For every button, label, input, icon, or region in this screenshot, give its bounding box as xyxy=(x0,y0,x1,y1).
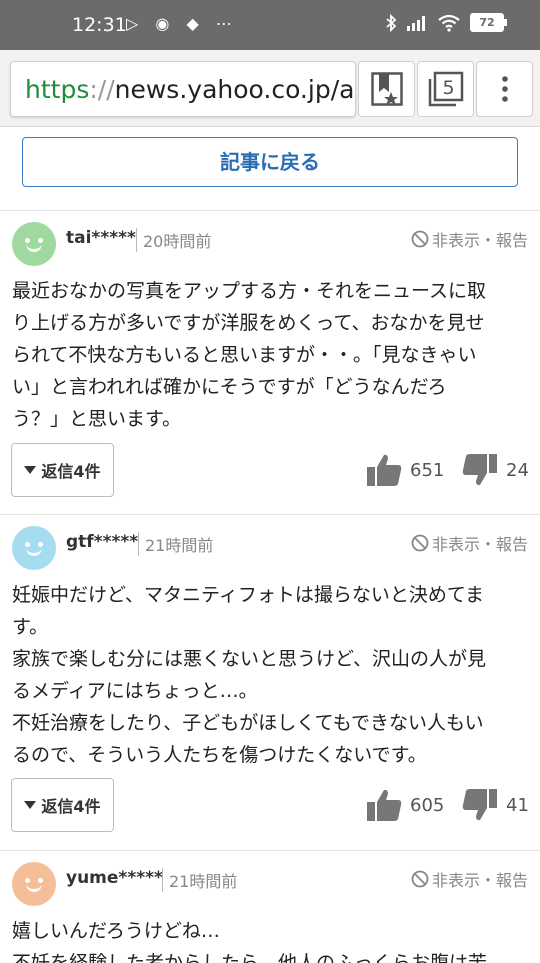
comment-line: 嬉しいんだろうけどね… xyxy=(12,920,220,942)
comment-line: 最近おなかの写真をアップする方・それをニュースに取 xyxy=(12,280,487,302)
reply-count-label: 返信4件 xyxy=(41,462,101,481)
thumbs-down-icon xyxy=(462,789,497,821)
dislike-button[interactable]: 24 xyxy=(462,453,529,487)
thumbs-up-icon xyxy=(367,789,402,821)
comment-line: 家族で楽しむ分には悪くないと思うけど、沢山の人が見 xyxy=(12,648,487,670)
caret-down-icon xyxy=(24,466,37,474)
comment-time: 21時間前 xyxy=(162,868,237,892)
comment-line: い」と言われれば確かにそうですが「どうなんだろ xyxy=(12,376,447,398)
bookmark-button[interactable] xyxy=(358,61,415,117)
url-separator: :// xyxy=(89,75,115,104)
hide-report-link[interactable]: 非表示・報告 xyxy=(411,531,528,555)
comment-line: り上げる方が多いですが洋服をめくって、おなかを見せ xyxy=(12,312,485,334)
block-icon xyxy=(411,534,429,552)
url-scheme: https xyxy=(25,75,90,104)
browser-toolbar: https://news.yahoo.co.jp/a... 5 xyxy=(0,50,540,127)
comment-item: tai***** 20時間前 非表示・報告 最近おなかの写真をアップする方・それ… xyxy=(0,211,540,515)
reply-count-label: 返信4件 xyxy=(41,797,101,816)
comment-line: 不妊を経験した者からしたら、他人のふっくらお腹は苦 xyxy=(12,952,488,963)
url-host: news.yahoo.co.jp/a... xyxy=(114,75,356,104)
like-button[interactable]: 605 xyxy=(366,788,444,822)
comment-line: 不妊治療をしたり、子どもがほしくてもできない人もい xyxy=(12,712,484,734)
comment-item: gtf***** 21時間前 非表示・報告 妊娠中だけど、マタニティフォトは撮ら… xyxy=(0,515,540,851)
hide-report-label: 非表示・報告 xyxy=(431,535,528,554)
tab-count: 5 xyxy=(442,77,454,99)
comment-line: す。 xyxy=(12,616,49,638)
hide-report-link[interactable]: 非表示・報告 xyxy=(411,227,528,251)
status-bar: 12:31 ▷ ◉ ◆ ⋯ 72 xyxy=(0,0,540,50)
hide-report-label: 非表示・報告 xyxy=(431,871,528,890)
comment-body: 嬉しいんだろうけどね… 不妊を経験した者からしたら、他人のふっくらお腹は苦 xyxy=(12,915,528,963)
caret-down-icon xyxy=(24,801,37,809)
signal-icon xyxy=(407,15,425,31)
dislike-count: 41 xyxy=(506,794,529,816)
avatar xyxy=(12,526,56,570)
back-to-article-button[interactable]: 記事に戻る xyxy=(22,137,518,187)
block-icon xyxy=(411,230,429,248)
comment-line: う？」と思います。 xyxy=(12,408,182,430)
avatar xyxy=(12,862,56,906)
comment-line: るので、そういう人たちを傷つけたくないです。 xyxy=(12,744,427,766)
more-menu-button[interactable] xyxy=(476,61,533,117)
comment-username[interactable]: yume***** xyxy=(66,868,163,888)
reply-toggle-button[interactable]: 返信4件 xyxy=(11,778,114,832)
thumbs-up-icon xyxy=(367,454,402,486)
tabs-icon: 5 xyxy=(428,71,463,107)
thumbs-down-icon xyxy=(462,454,497,486)
dislike-count: 24 xyxy=(506,459,529,481)
notification-icons: ▷ ◉ ◆ ⋯ xyxy=(126,14,238,33)
like-count: 651 xyxy=(410,459,445,481)
url-bar[interactable]: https://news.yahoo.co.jp/a... xyxy=(10,61,356,117)
comment-body: 最近おなかの写真をアップする方・それをニュースに取 り上げる方が多いですが洋服を… xyxy=(12,275,528,435)
status-right: 72 xyxy=(385,13,507,32)
comment-line: 妊娠中だけど、マタニティフォトは撮らないと決めてま xyxy=(12,584,484,606)
comment-item: yume***** 21時間前 非表示・報告 嬉しいんだろうけどね… 不妊を経験… xyxy=(0,851,540,963)
comment-body: 妊娠中だけど、マタニティフォトは撮らないと決めてま す。 家族で楽しむ分には悪く… xyxy=(12,579,528,771)
comment-time: 21時間前 xyxy=(138,532,213,556)
block-icon xyxy=(411,870,429,888)
wifi-icon xyxy=(438,14,460,32)
reply-toggle-button[interactable]: 返信4件 xyxy=(11,443,114,497)
more-vert-icon xyxy=(501,76,508,102)
hide-report-label: 非表示・報告 xyxy=(431,231,528,250)
comment-line: るメディアにはちょっと…。 xyxy=(12,680,258,702)
comment-username[interactable]: gtf***** xyxy=(66,532,138,552)
bluetooth-icon xyxy=(386,13,397,32)
battery-icon: 72 xyxy=(470,13,507,32)
comment-time: 20時間前 xyxy=(136,228,211,252)
like-count: 605 xyxy=(410,794,445,816)
tabs-button[interactable]: 5 xyxy=(417,61,474,117)
bookmark-star-icon xyxy=(370,72,403,106)
status-time: 12:31 xyxy=(72,14,127,36)
comment-line: られて不快な方もいると思いますが・・。「見なきゃい xyxy=(12,344,477,366)
like-button[interactable]: 651 xyxy=(366,453,444,487)
dislike-button[interactable]: 41 xyxy=(462,788,529,822)
comment-username[interactable]: tai***** xyxy=(66,228,136,248)
avatar xyxy=(12,222,56,266)
hide-report-link[interactable]: 非表示・報告 xyxy=(411,867,528,891)
back-to-article-section: 記事に戻る xyxy=(0,126,540,211)
